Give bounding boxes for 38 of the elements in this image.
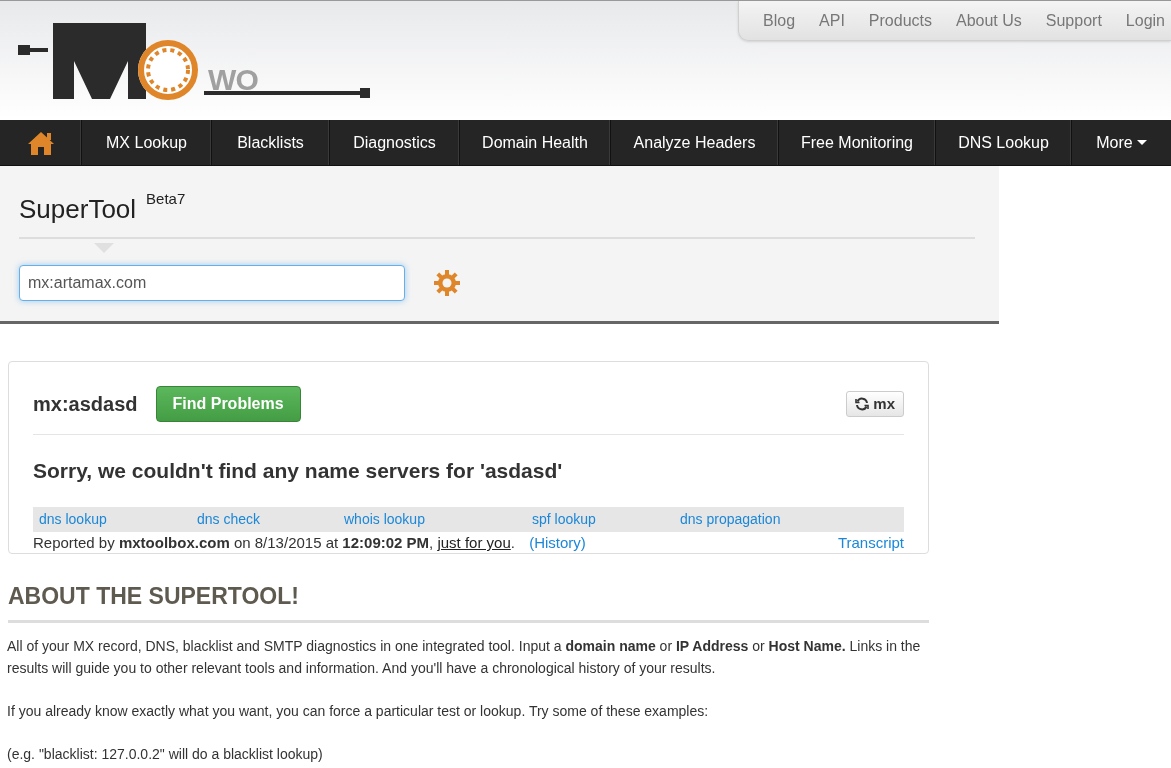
just-for-you-link[interactable]: just for you xyxy=(437,534,511,552)
nav-link[interactable]: MX Lookup xyxy=(82,120,212,165)
more-menu[interactable]: More xyxy=(1072,120,1171,165)
top-nav-link[interactable]: API xyxy=(819,8,845,33)
supertool-title: SuperTool xyxy=(19,193,137,226)
top-nav-link[interactable]: Login xyxy=(1125,8,1165,33)
logo-text: WO xyxy=(208,62,259,98)
refresh-mx-button[interactable]: mx xyxy=(846,391,904,417)
top-nav-link[interactable]: Blog xyxy=(763,8,796,33)
tool-link[interactable]: dns lookup xyxy=(39,510,107,527)
error-message: Sorry, we couldn't find any name servers for 'asdasd' xyxy=(33,458,564,484)
nav-link[interactable]: Free Monitoring xyxy=(779,120,936,165)
query-label: mx:asdasd xyxy=(33,392,138,417)
transcript-link[interactable]: Transcript xyxy=(837,532,904,555)
tool-link[interactable]: whois lookup xyxy=(344,510,425,527)
find-problems-button[interactable]: Find Problems xyxy=(155,386,301,422)
tool-link[interactable]: dns check xyxy=(197,510,261,527)
top-nav-link[interactable]: Products xyxy=(868,8,932,33)
report-text: Reported by mxtoolbox.com on 8/13/2015 at 12:09:02 PM, just for you. (History) xyxy=(33,533,586,554)
about-heading: ABOUT THE SUPERTOOL! xyxy=(8,579,929,623)
top-nav-link[interactable]: Support xyxy=(1045,8,1102,33)
settings-icon[interactable] xyxy=(433,269,461,297)
about-paragraph: (e.g. "blacklist: 127.0.0.2" will do a blacklist lookup) xyxy=(7,744,324,764)
about-paragraph: All of your MX record, DNS, blacklist and SMTP diagnostics in one integrated tool. Input a domain name or IP Address or Host Name. Links in the results will guide you to other relevant tools and information. And you'll have a chronological history of your results. xyxy=(7,636,922,678)
top-nav-link[interactable]: About Us xyxy=(956,8,1022,33)
nav-link[interactable]: Domain Health xyxy=(460,120,611,165)
tool-link[interactable]: spf lookup xyxy=(532,510,596,527)
nav-link[interactable]: DNS Lookup xyxy=(936,120,1072,165)
history-link[interactable]: (History) xyxy=(529,534,586,552)
beta-label: Beta7 xyxy=(146,189,186,209)
caret-icon xyxy=(1136,140,1147,145)
nav-link[interactable]: Analyze Headers xyxy=(611,120,779,165)
nav-link[interactable]: Diagnostics xyxy=(330,120,460,165)
supertool-input-field[interactable]: mx:artamax.com xyxy=(19,265,405,301)
tool-link[interactable]: dns propagation xyxy=(680,510,781,527)
nav-link[interactable]: Blacklists xyxy=(212,120,330,165)
refresh-icon xyxy=(855,397,870,411)
about-paragraph: If you already know exactly what you want, you can force a particular test or lookup. Try some of these examples: xyxy=(7,701,710,721)
